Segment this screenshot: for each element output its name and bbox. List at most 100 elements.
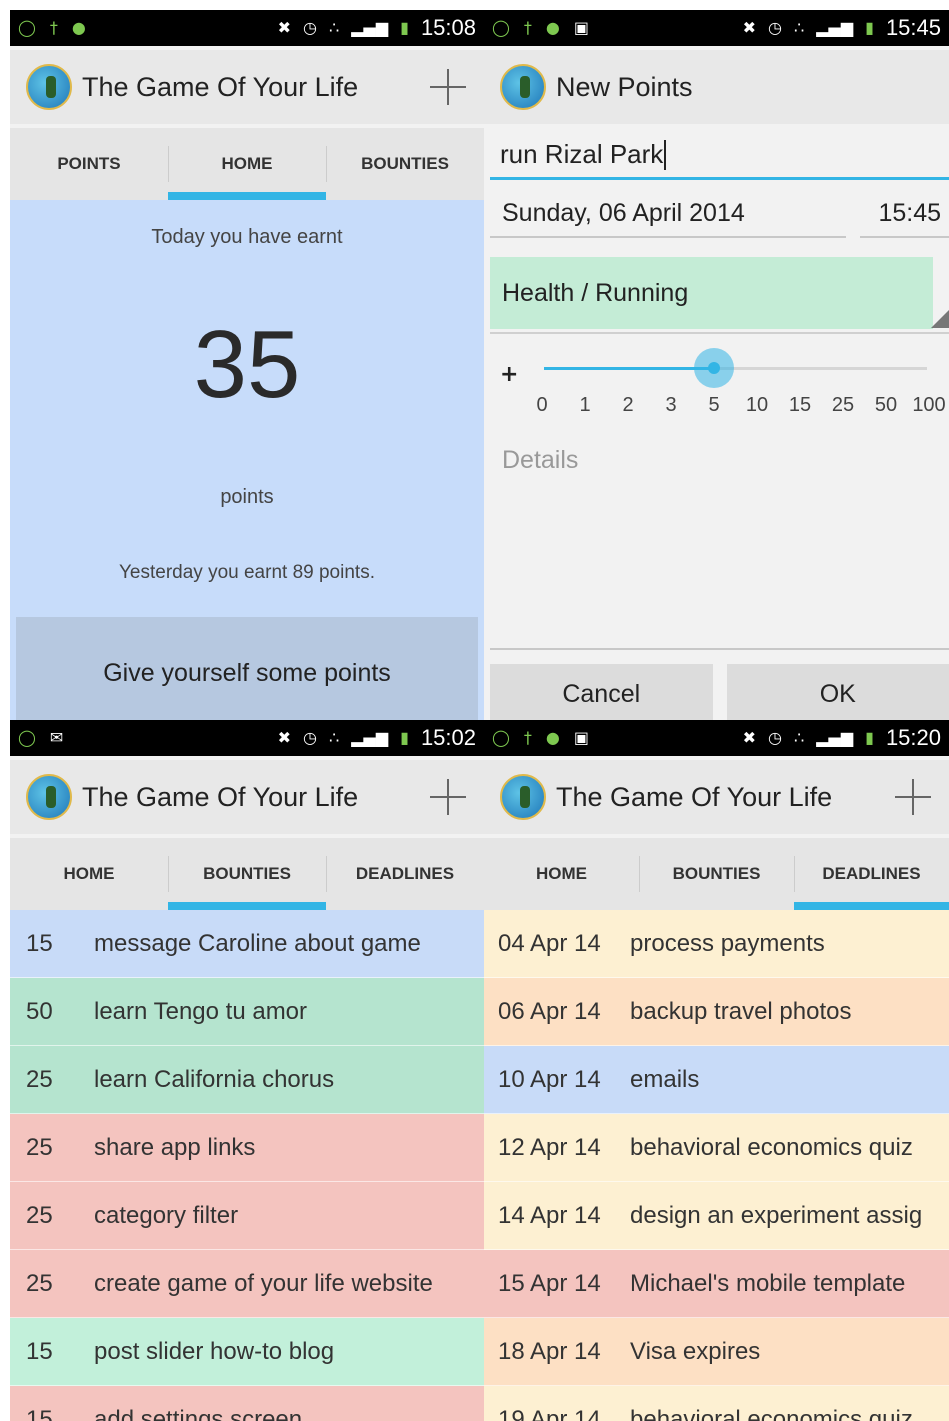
tab-bar: HOME BOUNTIES DEADLINES — [484, 838, 949, 910]
bounty-points: 25 — [26, 1201, 53, 1229]
bounty-points: 25 — [26, 1133, 53, 1161]
bounty-text: share app links — [94, 1133, 256, 1161]
surfer-logo-icon[interactable] — [26, 774, 72, 820]
bounty-text: learn Tengo tu amor — [94, 997, 308, 1025]
add-plus-icon[interactable] — [428, 777, 468, 817]
yesterday-text: Yesterday you earnt 89 points. — [119, 562, 375, 583]
time-picker[interactable]: 15:45 — [860, 190, 949, 238]
list-item[interactable]: 04 Apr 14 process payments — [484, 910, 949, 978]
app-title: The Game Of Your Life — [82, 71, 359, 102]
alarm-icon: ◷ — [303, 728, 318, 747]
signal-icon: ▂▄▆ — [816, 728, 854, 747]
app-title: The Game Of Your Life — [556, 781, 833, 812]
action-bar: The Game Of Your Life — [10, 760, 484, 834]
points-name-input[interactable]: run Rizal Park — [490, 132, 949, 180]
signal-icon: ▂▄▆ — [351, 18, 389, 37]
tab-deadlines[interactable]: DEADLINES — [794, 838, 949, 910]
add-plus-icon[interactable] — [428, 67, 468, 107]
points-slider-thumb[interactable] — [708, 362, 720, 374]
list-item[interactable]: 50 learn Tengo tu amor — [10, 978, 484, 1046]
surfer-logo-icon[interactable] — [500, 64, 546, 110]
list-item[interactable]: 25 category filter — [10, 1182, 484, 1250]
list-item[interactable]: 06 Apr 14 backup travel photos — [484, 978, 949, 1046]
battery-icon: ▮ — [400, 18, 409, 37]
wifi-icon: ∴ — [329, 18, 340, 37]
cancel-button[interactable]: Cancel — [490, 664, 713, 720]
divider — [490, 332, 949, 334]
tab-bounties[interactable]: BOUNTIES — [326, 128, 484, 200]
tab-home[interactable]: HOME — [484, 838, 639, 910]
add-plus-icon[interactable] — [893, 777, 933, 817]
mute-icon: ✖ — [742, 728, 757, 747]
deadline-date: 12 Apr 14 — [498, 1133, 601, 1161]
status-time: 15:45 — [885, 15, 941, 40]
check-circle-icon: ◯ — [492, 18, 510, 37]
points-name-value: run Rizal Park — [500, 139, 664, 169]
image-icon: ▣ — [573, 18, 589, 37]
list-item[interactable]: 15 post slider how-to blog — [10, 1318, 484, 1386]
tab-bounties[interactable]: BOUNTIES — [639, 838, 794, 910]
slider-tick-label: 2 — [622, 394, 634, 416]
details-input[interactable]: Details — [490, 440, 949, 650]
bounties-list: 15 message Caroline about game 50 learn Te… — [10, 910, 484, 1421]
slider-tick-label: 3 — [665, 394, 677, 416]
category-spinner[interactable]: Health / Running — [490, 257, 933, 329]
alarm-icon: ◷ — [303, 18, 318, 37]
list-item[interactable]: 15 message Caroline about game — [10, 910, 484, 978]
tab-home[interactable]: HOME — [10, 838, 168, 910]
slider-tick-label: 1 — [579, 394, 591, 416]
slider-tick-label: 25 — [831, 394, 855, 416]
check-circle-icon: ◯ — [18, 728, 36, 747]
surfer-logo-icon[interactable] — [26, 64, 72, 110]
bounty-points: 25 — [26, 1269, 53, 1297]
dialog-buttons: Cancel OK — [490, 664, 949, 720]
mail-icon: ✉ — [49, 728, 64, 747]
bounty-text: category filter — [94, 1201, 239, 1229]
wifi-icon: ∴ — [794, 728, 805, 747]
signal-icon: ▂▄▆ — [816, 18, 854, 37]
bounty-text: create game of your life website — [94, 1269, 433, 1297]
battery-icon: ▮ — [865, 728, 874, 747]
list-item[interactable]: 19 Apr 14 behavioral economics quiz — [484, 1386, 949, 1421]
tab-bar: POINTS HOME BOUNTIES — [10, 128, 484, 200]
bounty-text: add settings screen — [94, 1405, 303, 1421]
deadline-date: 14 Apr 14 — [498, 1201, 601, 1229]
slider-tick-label: 10 — [745, 394, 769, 416]
give-points-button[interactable]: Give yourself some points — [16, 617, 478, 720]
wifi-icon: ∴ — [329, 728, 340, 747]
tab-bounties[interactable]: BOUNTIES — [168, 838, 326, 910]
status-bar: ◯ † ● ✖ ◷ ∴ ▂▄▆ ▮ 15:08 — [10, 10, 484, 46]
deadline-text: process payments — [630, 929, 825, 957]
deadline-date: 06 Apr 14 — [498, 997, 601, 1025]
tab-deadlines[interactable]: DEADLINES — [326, 838, 484, 910]
signal-icon: ▂▄▆ — [351, 728, 389, 747]
ok-button[interactable]: OK — [726, 664, 949, 720]
today-label: Today you have earnt — [151, 226, 343, 248]
action-bar: The Game Of Your Life — [484, 760, 949, 834]
deadline-date: 10 Apr 14 — [498, 1065, 601, 1093]
date-picker[interactable]: Sunday, 06 April 2014 — [490, 190, 846, 238]
tab-bar: HOME BOUNTIES DEADLINES — [10, 838, 484, 910]
list-item[interactable]: 15 Apr 14 Michael's mobile template — [484, 1250, 949, 1318]
new-points-screen: ◯ † ● ▣ ✖ ◷ ∴ ▂▄▆ ▮ 15:45 New Points run… — [484, 10, 949, 720]
list-item[interactable]: 25 share app links — [10, 1114, 484, 1182]
battery-icon: ▮ — [865, 18, 874, 37]
surfer-logo-icon[interactable] — [500, 774, 546, 820]
status-time: 15:08 — [420, 15, 476, 40]
spinner-corner-icon — [931, 310, 949, 328]
tab-points[interactable]: POINTS — [10, 128, 168, 200]
status-bar: ◯ † ● ▣ ✖ ◷ ∴ ▂▄▆ ▮ 15:45 — [484, 10, 949, 46]
deadline-date: 18 Apr 14 — [498, 1337, 601, 1365]
tab-home[interactable]: HOME — [168, 128, 326, 200]
list-item[interactable]: 25 learn California chorus — [10, 1046, 484, 1114]
list-item[interactable]: 10 Apr 14 emails — [484, 1046, 949, 1114]
list-item[interactable]: 15 add settings screen — [10, 1386, 484, 1421]
list-item[interactable]: 18 Apr 14 Visa expires — [484, 1318, 949, 1386]
bounty-points: 15 — [26, 929, 53, 957]
screen-title: New Points — [556, 71, 693, 102]
list-item[interactable]: 12 Apr 14 behavioral economics quiz — [484, 1114, 949, 1182]
list-item[interactable]: 25 create game of your life website — [10, 1250, 484, 1318]
slider-tick-label: 5 — [708, 394, 720, 416]
list-item[interactable]: 14 Apr 14 design an experiment assiɡ — [484, 1182, 949, 1250]
android-icon: ● — [545, 18, 560, 37]
